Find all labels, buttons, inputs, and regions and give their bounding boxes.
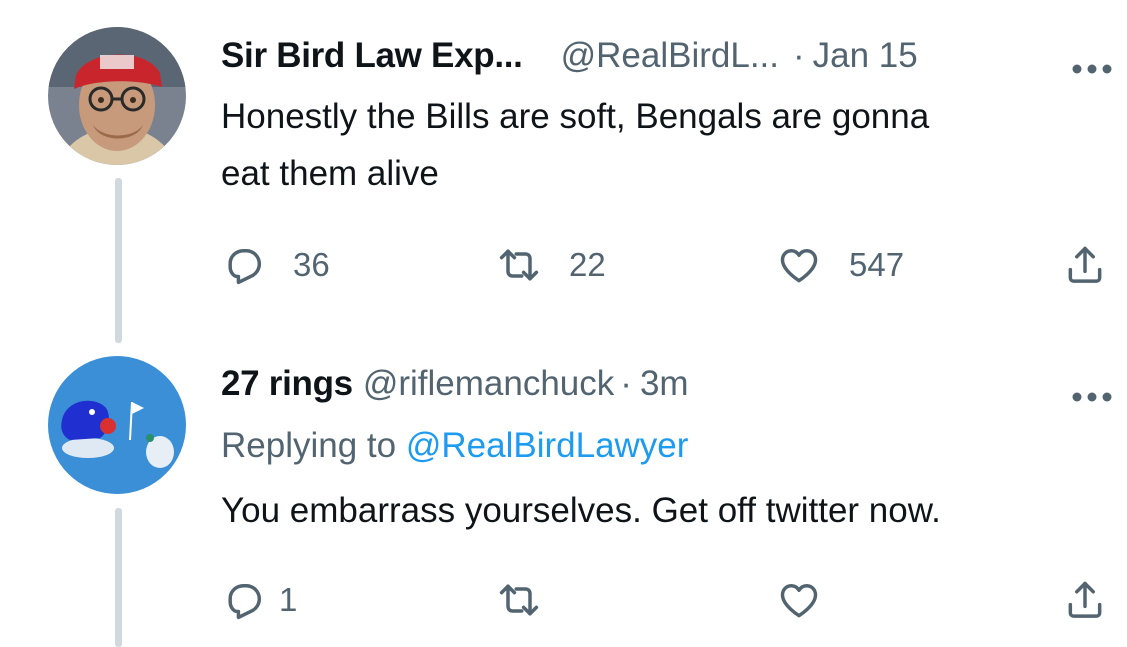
reply-icon	[221, 243, 265, 287]
avatar-image	[48, 27, 186, 165]
thread-connector-line	[115, 178, 122, 343]
share-button[interactable]	[1063, 575, 1107, 625]
heart-icon	[777, 578, 821, 622]
reply-count: 36	[293, 246, 330, 283]
heart-icon	[777, 243, 821, 287]
display-name[interactable]: 27 rings	[221, 364, 353, 403]
separator-dot: ·	[793, 36, 805, 75]
tweet-text-line: eat them alive	[221, 154, 439, 193]
retweet-button[interactable]	[497, 575, 541, 625]
separator-dot: ·	[620, 364, 632, 403]
tweet-header: Sir Bird Law Exp... @RealBirdL... · Jan 15	[221, 30, 1127, 82]
retweet-button[interactable]: 22	[497, 240, 606, 290]
tweet[interactable]: Sir Bird Law Exp... @RealBirdL... · Jan 15 …	[221, 30, 1127, 202]
tweet-header: 27 rings @riflemanchuck · 3m	[221, 358, 1127, 410]
tweet-text-line: Honestly the Bills are soft, Bengals are…	[221, 97, 930, 136]
share-icon	[1063, 243, 1107, 287]
replying-to-label: Replying to	[221, 426, 397, 465]
tweet-thread: Sir Bird Law Exp... @RealBirdL... · Jan 15 …	[0, 0, 1127, 647]
reply-icon	[221, 578, 265, 622]
reply-button[interactable]: 1	[221, 575, 297, 625]
tweet-text: You embarrass yourselves. Get off twitte…	[221, 491, 941, 530]
replying-to-mention[interactable]: @RealBirdLawyer	[406, 426, 689, 465]
tweet-actions: 1	[221, 575, 1127, 625]
avatar-image	[48, 356, 186, 494]
timestamp[interactable]: Jan 15	[813, 36, 918, 75]
retweet-icon	[497, 243, 541, 287]
user-handle[interactable]: @RealBirdL...	[561, 36, 779, 75]
retweet-icon	[497, 578, 541, 622]
like-count: 547	[849, 246, 905, 283]
replying-to: Replying to @RealBirdLawyer	[221, 420, 1127, 472]
share-icon	[1063, 578, 1107, 622]
retweet-count: 22	[569, 246, 606, 283]
avatar[interactable]	[48, 356, 186, 494]
tweet-text: Honestly the Bills are soft, Bengals are…	[221, 88, 1101, 202]
display-name[interactable]: Sir Bird Law Exp...	[221, 36, 523, 75]
reply-count: 1	[279, 581, 298, 618]
avatar[interactable]	[48, 27, 186, 165]
tweet[interactable]: 27 rings @riflemanchuck · 3m Replying to @R…	[221, 358, 1127, 539]
thread-connector-line	[115, 508, 122, 647]
like-button[interactable]: 547	[777, 240, 904, 290]
share-button[interactable]	[1063, 240, 1107, 290]
timestamp[interactable]: 3m	[640, 364, 689, 403]
more-icon[interactable]	[1069, 372, 1115, 402]
tweet-actions: 36 22 547	[221, 240, 1127, 290]
user-handle[interactable]: @riflemanchuck	[363, 364, 614, 403]
reply-button[interactable]: 36	[221, 240, 330, 290]
more-icon[interactable]	[1069, 44, 1115, 74]
like-button[interactable]	[777, 575, 821, 625]
